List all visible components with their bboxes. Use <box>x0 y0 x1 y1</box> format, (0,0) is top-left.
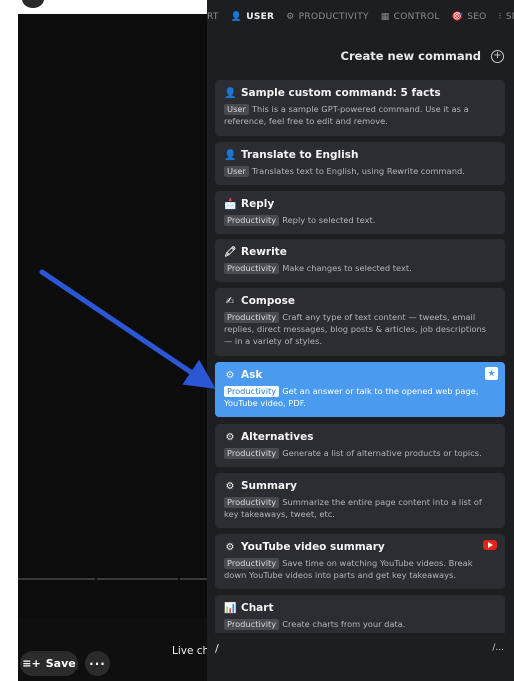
command-description: Translates text to English, using Rewrit… <box>251 166 465 176</box>
command-panel: RT 👤USER ⚙PRODUCTIVITY ▦CONTROL 🎯SEO ⁝SM… <box>207 0 514 681</box>
tab-label: SEO <box>467 11 487 22</box>
gear-icon: ⚙ <box>286 11 295 22</box>
category-badge: User <box>224 166 249 177</box>
create-command-button[interactable]: Create new command + <box>207 44 514 68</box>
tab-smm[interactable]: ⁝SMM <box>499 12 514 22</box>
tab-productivity[interactable]: ⚙ PRODUCTIVITY <box>286 12 369 22</box>
category-badge: Productivity <box>224 558 280 569</box>
command-title: Translate to English <box>241 149 359 161</box>
category-tabs: RT 👤USER ⚙PRODUCTIVITY ▦CONTROL 🎯SEO ⁝SM… <box>207 0 514 33</box>
progress-tick <box>178 578 180 580</box>
command-card-ask[interactable]: ⚙ Ask Productivity Get an answer or talk t… <box>215 362 505 417</box>
command-card-translate[interactable]: 👤 Translate to English User Translates tex… <box>215 142 505 185</box>
category-badge: Productivity <box>224 619 280 630</box>
category-badge: Productivity <box>224 497 280 508</box>
command-description: Create charts from your data. <box>282 619 406 629</box>
slash-hint: /... <box>492 643 504 653</box>
hash-icon: ⁝ <box>498 11 502 22</box>
command-title: Chart <box>241 602 274 614</box>
tab-label: CONTROL <box>393 11 440 22</box>
tab-label: PRODUCTIVITY <box>298 11 369 22</box>
command-description: Make changes to selected text. <box>282 263 412 273</box>
youtube-icon <box>483 540 497 550</box>
category-badge: Productivity <box>224 215 280 226</box>
playlist-add-icon: ≡+ <box>22 657 41 670</box>
command-card-alternatives[interactable]: ⚙ Alternatives Productivity Generate a lis… <box>215 424 505 467</box>
command-title: Alternatives <box>241 431 314 443</box>
create-command-label: Create new command <box>340 49 481 63</box>
video-player[interactable] <box>18 14 208 681</box>
more-actions-button[interactable]: ··· <box>85 651 110 676</box>
gear-icon: ⚙ <box>225 369 235 381</box>
person-icon: 👤 <box>224 149 237 161</box>
command-title: Summary <box>241 480 298 492</box>
target-icon: 🎯 <box>451 11 464 22</box>
pencil-icon: 🖍 <box>224 246 237 258</box>
command-card-compose[interactable]: ✍ Compose Productivity Craft any type of t… <box>215 288 505 356</box>
person-icon: 👤 <box>224 87 237 99</box>
command-title: Rewrite <box>241 246 287 258</box>
progress-tick <box>95 578 97 580</box>
tab-control[interactable]: ▦ CONTROL <box>381 12 440 22</box>
tab-label: SMM <box>505 11 514 22</box>
gear-icon: ⚙ <box>225 541 235 553</box>
command-card-chart[interactable]: 📊 Chart Productivity Create charts from yo… <box>215 595 505 638</box>
save-button[interactable]: ≡+ Save <box>20 651 78 676</box>
grid-icon: ▦ <box>380 11 390 22</box>
plus-circle-icon: + <box>491 49 504 63</box>
envelope-icon: 📩 <box>224 198 237 210</box>
command-title: Ask <box>241 369 263 381</box>
command-title: Compose <box>241 295 295 307</box>
tab-label: RT <box>207 11 219 22</box>
category-badge: Productivity <box>224 312 280 323</box>
command-description: Generate a list of alternative products … <box>282 448 482 458</box>
category-badge: User <box>224 104 249 115</box>
command-card-rewrite[interactable]: 🖍 Rewrite Productivity Make changes to sel… <box>215 239 505 282</box>
category-badge: Productivity <box>224 386 280 397</box>
command-input[interactable] <box>215 637 475 659</box>
command-card-reply[interactable]: 📩 Reply Productivity Reply to selected tex… <box>215 191 505 234</box>
command-description: Reply to selected text. <box>282 215 376 225</box>
command-card-sample[interactable]: 👤 Sample custom command: 5 facts User This… <box>215 80 505 136</box>
gear-icon: ⚙ <box>225 431 235 443</box>
command-description: This is a sample GPT-powered command. Us… <box>224 104 469 126</box>
gear-icon: ⚙ <box>225 480 235 492</box>
command-title: YouTube video summary <box>241 541 385 553</box>
left-margin <box>0 0 18 681</box>
tab-user[interactable]: 👤 USER <box>231 12 275 22</box>
category-badge: Productivity <box>224 263 280 274</box>
command-input-bar: /... <box>207 633 514 681</box>
tab-label: USER <box>246 11 275 22</box>
chart-icon: 📊 <box>224 602 237 614</box>
favorite-star-icon[interactable]: ★ <box>485 367 498 380</box>
command-title: Reply <box>241 198 275 210</box>
command-title: Sample custom command: 5 facts <box>241 87 441 99</box>
tab-seo[interactable]: 🎯 SEO <box>452 12 487 22</box>
more-icon: ··· <box>89 656 106 671</box>
command-card-summary[interactable]: ⚙ Summary Productivity Summarize the entir… <box>215 473 505 528</box>
tab-rt[interactable]: RT <box>207 12 219 22</box>
command-card-youtube-summary[interactable]: ⚙ YouTube video summary Productivity Save … <box>215 534 505 589</box>
category-badge: Productivity <box>224 448 280 459</box>
compose-icon: ✍ <box>225 295 235 307</box>
save-label: Save <box>45 657 76 670</box>
person-icon: 👤 <box>230 11 243 22</box>
